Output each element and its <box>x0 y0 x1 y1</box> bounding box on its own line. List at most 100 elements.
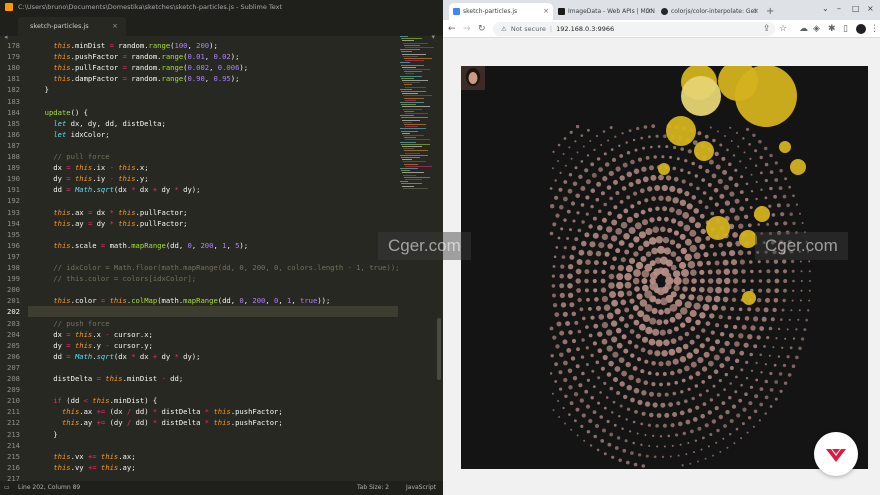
code-area[interactable]: this.minDist = random.range(100, 200); t… <box>28 36 398 481</box>
particle <box>647 186 653 192</box>
particle <box>728 176 733 181</box>
particle <box>719 363 725 369</box>
particle <box>590 162 595 167</box>
shield-icon[interactable]: ◈ <box>813 22 820 36</box>
particle <box>559 283 565 289</box>
particle <box>585 346 589 350</box>
bookmark-star-icon[interactable]: ☆ <box>779 22 787 36</box>
security-indicator[interactable]: Not secure <box>511 25 546 33</box>
particle <box>735 375 738 379</box>
code-token: 200 <box>252 296 266 306</box>
minimap-line <box>403 148 414 150</box>
minimap-line <box>403 82 420 84</box>
share-icon[interactable]: ⇪ <box>763 22 771 36</box>
minimap[interactable] <box>400 36 436 196</box>
code-token: 0.02 <box>213 52 231 62</box>
particle <box>649 217 655 223</box>
particle <box>764 196 768 200</box>
particle <box>648 444 651 447</box>
particle <box>798 309 801 312</box>
particle <box>625 265 633 273</box>
forward-arrow-icon[interactable]: → <box>463 22 471 36</box>
status-panel-icon[interactable]: ▭ <box>4 481 10 495</box>
code-token: this <box>53 74 71 84</box>
minimap-line <box>404 163 418 165</box>
close-icon[interactable]: × <box>753 3 759 20</box>
browser-tab-sketch-particles[interactable]: sketch-particles.js × <box>449 3 553 20</box>
particle <box>764 395 769 400</box>
particle <box>800 270 803 273</box>
menu-dots-icon[interactable]: ⋮ <box>870 22 879 36</box>
sketch-canvas[interactable] <box>461 66 868 469</box>
particle <box>679 199 687 206</box>
particle <box>644 401 651 407</box>
particle <box>585 404 591 409</box>
particle <box>661 455 665 458</box>
particle <box>732 278 739 284</box>
particle <box>675 312 682 320</box>
address-bar[interactable]: ⚠ Not secure | 192.168.0.3:9966 <box>493 22 775 36</box>
extensions-icon[interactable]: ✱ <box>828 22 836 36</box>
particle <box>628 129 632 132</box>
particle <box>803 328 807 332</box>
warning-icon[interactable]: ⚠ <box>501 25 507 33</box>
particle <box>681 269 689 277</box>
particle <box>566 237 570 240</box>
status-syntax[interactable]: JavaScript <box>406 481 436 495</box>
tab-search-icon[interactable]: ⌄ <box>822 4 829 13</box>
particle <box>608 282 615 289</box>
code-token: this <box>53 207 71 217</box>
close-icon[interactable]: × <box>543 3 549 20</box>
particle <box>580 355 585 359</box>
particle <box>672 391 677 396</box>
particle <box>549 187 553 190</box>
reload-icon[interactable]: ↻ <box>478 22 486 36</box>
particle <box>645 156 650 160</box>
minimap-line <box>401 104 416 106</box>
particle <box>614 135 617 138</box>
domestika-logo-button[interactable] <box>814 432 858 476</box>
particle <box>656 413 662 418</box>
particle <box>724 340 730 347</box>
particle <box>694 222 701 229</box>
browser-tab-mdn-imagedata[interactable]: ImageData - Web APIs | MDN × <box>554 3 656 20</box>
sidebar-icon[interactable]: ▯ <box>843 22 848 36</box>
particle <box>557 236 561 240</box>
particle <box>621 427 624 430</box>
avatar[interactable] <box>856 24 866 34</box>
new-tab-button[interactable]: + <box>766 3 774 20</box>
minimap-line <box>401 77 414 79</box>
particle <box>773 298 779 303</box>
particle <box>704 457 707 460</box>
particle <box>768 204 772 208</box>
line-number: 208 <box>7 374 20 383</box>
editor-window-title: C:\Users\bruno\Documents\Domestika\sketc… <box>18 3 283 11</box>
status-tab-size[interactable]: Tab Size: 2 <box>357 481 389 495</box>
cloud-icon[interactable]: ☁ <box>799 22 808 36</box>
particle <box>801 337 805 341</box>
editor-scrollbar[interactable] <box>437 318 441 380</box>
particle <box>592 410 597 414</box>
particle <box>755 307 761 312</box>
maximize-icon[interactable]: □ <box>852 4 860 13</box>
editor-tab-sketch-particles[interactable]: sketch-particles.js × <box>18 17 126 36</box>
particle <box>700 228 706 235</box>
status-cursor-position: Line 202, Column 89 <box>18 484 81 491</box>
minimize-icon[interactable]: – <box>837 4 841 13</box>
close-icon[interactable]: × <box>646 3 652 20</box>
particles-canvas-render[interactable] <box>461 66 868 469</box>
browser-tab-github-color-interpolate[interactable]: colorjs/color-interpolate: Get × <box>657 3 763 20</box>
particle <box>704 134 709 139</box>
particle <box>705 337 711 342</box>
particle <box>645 326 653 335</box>
particle <box>697 131 702 136</box>
particle <box>616 342 623 349</box>
particle <box>626 384 633 391</box>
back-arrow-icon[interactable]: ← <box>448 22 456 36</box>
particle <box>567 292 574 298</box>
code-token: .dampFactor <box>70 74 123 84</box>
close-icon[interactable]: × <box>112 17 118 36</box>
close-window-icon[interactable]: × <box>867 4 874 13</box>
